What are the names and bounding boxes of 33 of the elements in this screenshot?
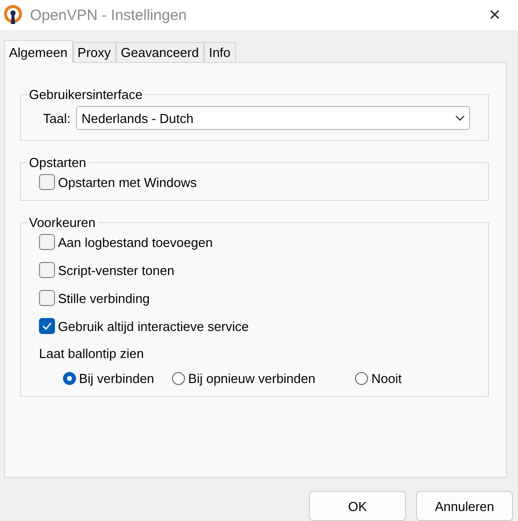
- ok-button[interactable]: OK: [309, 491, 406, 521]
- checkbox[interactable]: [39, 262, 55, 278]
- checkmark-icon: [42, 322, 52, 330]
- checkbox-label: Gebruik altijd interactieve service: [58, 318, 249, 334]
- radio-button[interactable]: [172, 372, 186, 385]
- tab[interactable]: Algemeen: [4, 40, 73, 63]
- checkbox-label: Stille verbinding: [58, 290, 150, 306]
- radio-label: Nooit: [371, 371, 402, 386]
- checkbox-label: Aan logbestand toevoegen: [58, 234, 213, 250]
- language-label: Taal:: [43, 110, 70, 126]
- group-title: Gebruikersinterface: [28, 87, 144, 102]
- tab[interactable]: Geavanceerd: [116, 42, 204, 62]
- checkbox[interactable]: [39, 318, 55, 334]
- checkbox[interactable]: [39, 290, 55, 306]
- tab[interactable]: Info: [204, 42, 236, 62]
- language-dropdown[interactable]: Nederlands - Dutch: [76, 106, 470, 130]
- window-title: OpenVPN - Instellingen: [30, 6, 188, 24]
- tab[interactable]: Proxy: [72, 42, 116, 62]
- app-logo-icon: [4, 5, 22, 25]
- checkbox[interactable]: [39, 234, 55, 250]
- chevron-down-icon: [455, 115, 465, 121]
- balloon-tip-label: Laat ballontip zien: [39, 346, 144, 361]
- close-button[interactable]: ✕: [472, 0, 518, 30]
- checkbox-label: Script-venster tonen: [58, 262, 174, 278]
- radio-button[interactable]: [63, 372, 76, 385]
- radio-label: Bij opnieuw verbinden: [188, 371, 316, 386]
- cancel-button[interactable]: Annuleren: [416, 491, 513, 521]
- radio-button[interactable]: [355, 372, 368, 385]
- checkbox[interactable]: [39, 174, 55, 190]
- group-title: Voorkeuren: [28, 215, 96, 230]
- group-title: Opstarten: [28, 155, 88, 170]
- checkbox-label: Opstarten met Windows: [58, 174, 197, 190]
- radio-label: Bij verbinden: [79, 371, 154, 386]
